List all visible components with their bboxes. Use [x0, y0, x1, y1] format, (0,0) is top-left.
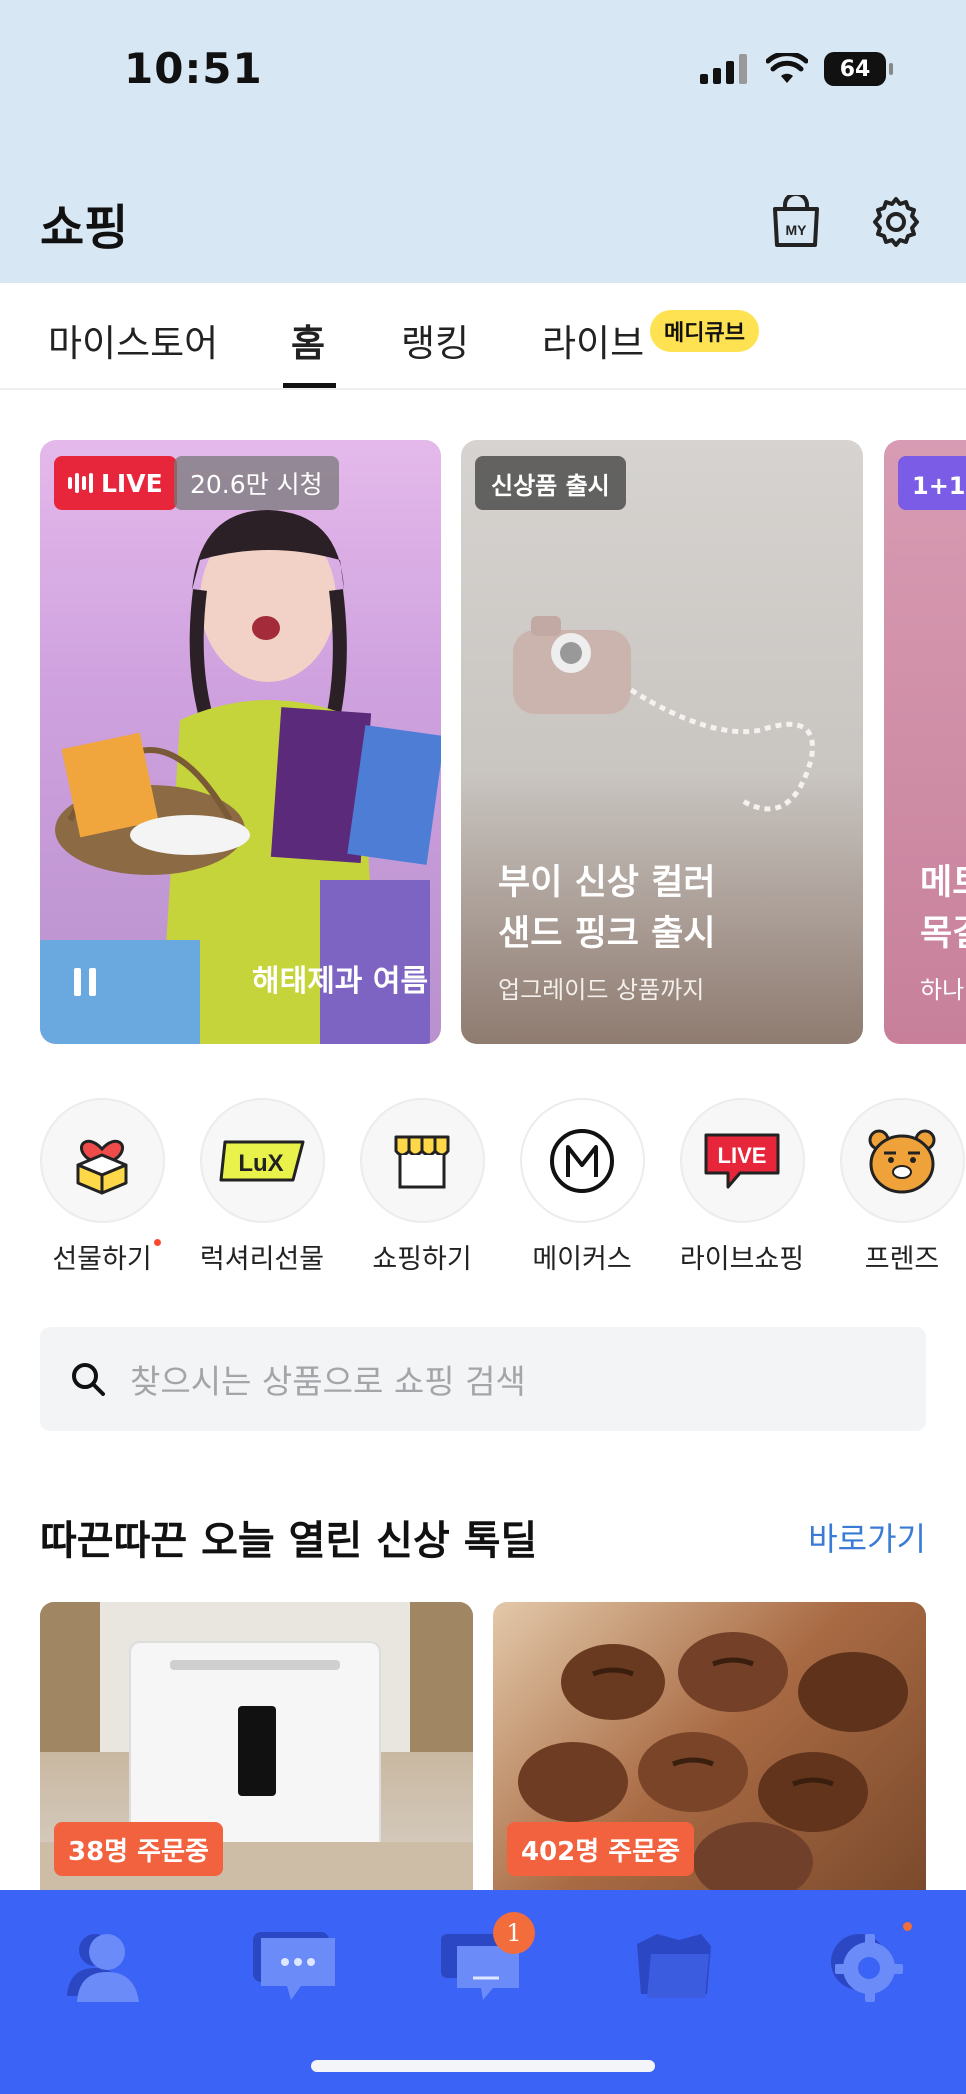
- wifi-icon: [766, 53, 808, 83]
- shortcut-shopping[interactable]: 쇼핑하기: [358, 1098, 486, 1276]
- live-badge-label: LIVE: [101, 468, 163, 498]
- live-equalizer-icon: [68, 473, 93, 493]
- new-product-title-line1: 부이 신상 컬러: [498, 863, 716, 903]
- viewer-count-badge: 20.6만 시청: [174, 456, 339, 510]
- gear-nav-icon: [831, 1934, 903, 2002]
- live-host-illustration: [40, 510, 441, 1044]
- lux-icon: LuX: [219, 1140, 305, 1181]
- header-area: 10:51 64 쇼핑 MY: [0, 0, 966, 283]
- live-caption: 해태제과 여름: [252, 964, 429, 999]
- new-product-subtitle: 업그레이드 상품까지: [498, 976, 705, 1004]
- shortcut-gift[interactable]: 선물하기: [38, 1098, 166, 1276]
- promo-card[interactable]: 1+1 혜 메트 목걸 하나: [884, 440, 966, 1044]
- new-product-title-line2: 샌드 핑크 출시: [498, 914, 716, 954]
- nav-more[interactable]: [816, 1914, 916, 2014]
- page-title: 쇼핑: [40, 200, 129, 256]
- new-product-badge: 신상품 출시: [475, 456, 626, 510]
- gift-box-icon: [76, 1139, 128, 1194]
- svg-text:LuX: LuX: [238, 1150, 283, 1177]
- shortcut-luxury-label: 럭셔리선물: [199, 1244, 325, 1275]
- tab-home[interactable]: 홈: [291, 313, 325, 367]
- store-icon: [394, 1135, 450, 1188]
- promo-title-line2: 목걸: [920, 914, 966, 954]
- section-title: 따끈따끈 오늘 열린 신상 톡딜: [40, 1518, 538, 1564]
- more-new-dot: [903, 1922, 912, 1931]
- svg-text:MY: MY: [786, 222, 808, 238]
- product-card-cookies[interactable]: 402명 주문중: [493, 1602, 926, 1890]
- search-bar[interactable]: 찾으시는 상품으로 쇼핑 검색: [40, 1327, 926, 1431]
- chat-bubble-icon: [253, 1932, 335, 2000]
- live-bubble-icon: LIVE: [704, 1133, 780, 1188]
- nav-shopping[interactable]: [622, 1914, 722, 2014]
- svg-text:LIVE: LIVE: [718, 1143, 767, 1168]
- gear-icon: [873, 197, 919, 247]
- search-placeholder: 찾으시는 상품으로 쇼핑 검색: [130, 1362, 526, 1401]
- active-tab-indicator: [283, 383, 336, 388]
- shortcut-live-label: 라이브쇼핑: [679, 1244, 805, 1275]
- shortcut-friends[interactable]: 프렌즈: [838, 1098, 966, 1276]
- live-tab-badge: 메디큐브: [650, 310, 759, 352]
- home-indicator[interactable]: [311, 2060, 655, 2072]
- promo-title-line1: 메트: [920, 863, 966, 903]
- battery-indicator: 64: [824, 52, 893, 86]
- promo-badge: 1+1 혜: [898, 456, 966, 510]
- new-product-title: 부이 신상 컬러 샌드 핑크 출시: [498, 858, 716, 960]
- makers-logo-icon: [550, 1128, 614, 1193]
- product-card-dishwasher[interactable]: 38명 주문중: [40, 1602, 473, 1890]
- tab-bar: 마이스토어 홈 랭킹 라이브: [0, 283, 966, 390]
- shortcut-shopping-circle: [359, 1098, 485, 1223]
- shopping-bag-icon: MY: [773, 195, 819, 247]
- shortcut-gift-label: 선물하기: [52, 1237, 161, 1276]
- status-icons: 64: [700, 52, 893, 86]
- my-bag-button[interactable]: MY: [766, 192, 826, 252]
- promo-subtitle: 하나: [920, 976, 965, 1004]
- tab-live[interactable]: 라이브: [542, 313, 644, 367]
- shortcut-makers[interactable]: 메이커스: [518, 1098, 646, 1276]
- nav-chats[interactable]: [245, 1914, 345, 2014]
- live-badge: LIVE: [54, 456, 177, 510]
- pause-icon[interactable]: [74, 968, 96, 996]
- shortcut-makers-label: 메이커스: [532, 1244, 632, 1275]
- order-count-badge: 402명 주문중: [507, 1822, 695, 1876]
- shortcut-gift-circle: [39, 1098, 165, 1223]
- ryan-character-icon: [868, 1129, 936, 1193]
- app-screen: 10:51 64 쇼핑 MY 마이스토어 홈 랭킹 라이브 메디큐브 LIVE …: [0, 0, 966, 2094]
- section-shortcut-link[interactable]: 바로가기: [808, 1514, 926, 1560]
- tab-ranking[interactable]: 랭킹: [401, 313, 469, 367]
- shortcut-friends-label: 프렌즈: [864, 1244, 940, 1275]
- new-dot-indicator: [153, 1239, 161, 1246]
- order-count-badge: 38명 주문중: [54, 1822, 223, 1876]
- search-icon: [72, 1363, 105, 1396]
- signal-icon: [700, 54, 747, 84]
- shortcut-makers-circle: [519, 1098, 645, 1223]
- shortcut-gift-text: 선물하기: [52, 1244, 152, 1275]
- shortcut-live-circle: LIVE: [679, 1098, 805, 1223]
- shopping-bag-nav-icon: [637, 1934, 711, 1998]
- tab-mystore[interactable]: 마이스토어: [48, 313, 218, 367]
- shortcut-friends-circle: [839, 1098, 965, 1223]
- person-icon: [67, 1934, 139, 2002]
- openchat-notification-badge: 1: [493, 1912, 535, 1954]
- shortcut-luxury-circle: LuX: [199, 1098, 325, 1223]
- promo-title: 메트 목걸: [920, 858, 966, 960]
- shortcut-shopping-label: 쇼핑하기: [372, 1244, 472, 1275]
- nav-friends[interactable]: [54, 1914, 154, 2014]
- live-broadcast-card[interactable]: LIVE 20.6만 시청 해태제과 여름: [40, 440, 441, 1044]
- shortcut-live-shopping[interactable]: LIVE 라이브쇼핑: [678, 1098, 806, 1276]
- status-time: 10:51: [124, 44, 263, 93]
- shortcut-luxury[interactable]: LuX 럭셔리선물: [198, 1098, 326, 1276]
- settings-button[interactable]: [866, 192, 926, 252]
- new-product-card[interactable]: 신상품 출시 부이 신상 컬러 샌드 핑크 출시 업그레이드 상품까지: [461, 440, 863, 1044]
